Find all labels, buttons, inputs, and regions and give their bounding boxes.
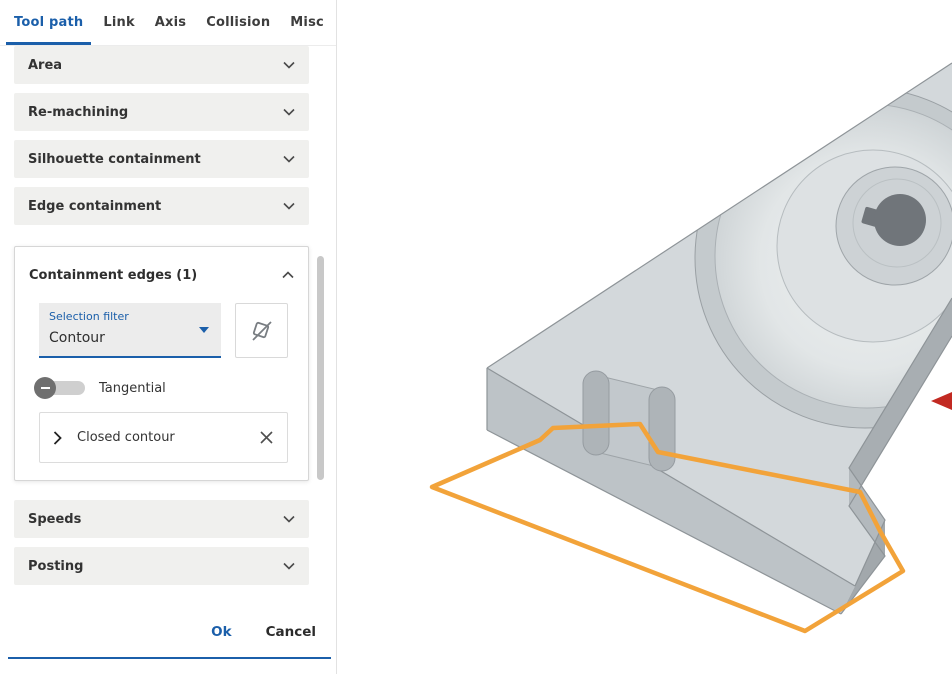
section-re-machining-label: Re-machining [28,104,129,120]
section-speeds-label: Speeds [28,511,82,527]
section-posting-label: Posting [28,558,84,574]
chevron-up-icon [282,271,294,279]
dialog-footer-divider [8,657,331,659]
cancel-button[interactable]: Cancel [266,624,316,640]
clear-selection-button[interactable] [235,303,288,358]
dropdown-caret-icon [199,327,209,333]
clear-selection-icon [251,320,272,341]
closed-contour-item[interactable]: Closed contour [39,412,288,463]
chevron-down-icon [283,61,295,69]
tab-tool-path[interactable]: Tool path [4,0,93,45]
section-speeds[interactable]: Speeds [14,500,309,538]
selection-filter-label: Selection filter [49,310,129,323]
chevron-down-icon [283,515,295,523]
section-area[interactable]: Area [14,46,309,84]
tab-misc[interactable]: Misc [280,0,334,45]
ok-button[interactable]: Ok [211,624,231,640]
section-silhouette-containment[interactable]: Silhouette containment [14,140,309,178]
section-edge-containment[interactable]: Edge containment [14,187,309,225]
section-posting[interactable]: Posting [14,547,309,585]
tab-axis[interactable]: Axis [145,0,196,45]
section-area-label: Area [28,57,63,73]
axis-arrow-icon [931,392,952,410]
section-re-machining[interactable]: Re-machining [14,93,309,131]
toolpath-dialog-panel: Tool path Link Axis Collision Misc Area … [0,0,337,674]
section-edge-containment-label: Edge containment [28,198,162,214]
chevron-down-icon [283,108,295,116]
tab-collision[interactable]: Collision [196,0,280,45]
selection-filter-value: Contour [49,330,105,346]
dialog-tab-bar: Tool path Link Axis Collision Misc [0,0,336,46]
selection-filter-dropdown[interactable]: Selection filter Contour [39,303,221,358]
panel-scrollbar[interactable] [317,256,324,480]
chevron-down-icon [283,155,295,163]
containment-edges-title: Containment edges (1) [29,267,198,283]
close-icon[interactable] [259,430,274,445]
closed-contour-label: Closed contour [77,430,175,445]
chevron-right-icon[interactable] [53,430,62,445]
viewport-3d[interactable] [337,0,952,674]
chevron-down-icon [283,202,295,210]
section-silhouette-containment-label: Silhouette containment [28,151,201,167]
containment-edges-header[interactable]: Containment edges (1) [15,247,308,303]
toggle-knob-off [34,377,56,399]
chevron-down-icon [283,562,295,570]
tangential-label: Tangential [99,380,166,396]
containment-edges-card: Containment edges (1) Selection filter C… [14,246,309,481]
model-canvas [429,62,952,634]
tab-link[interactable]: Link [93,0,144,45]
tangential-toggle[interactable] [34,377,85,399]
